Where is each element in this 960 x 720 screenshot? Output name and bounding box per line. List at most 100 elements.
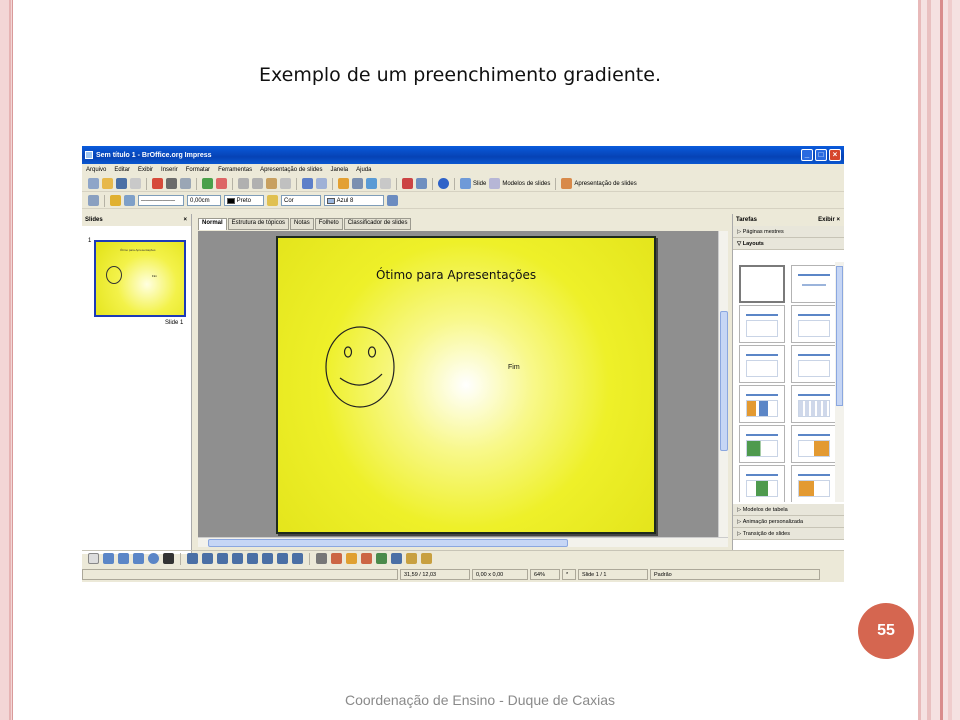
slides-pane-close-icon[interactable]: ×: [183, 217, 187, 223]
tab-outline[interactable]: Estrutura de tópicos: [227, 218, 290, 230]
paste-icon[interactable]: [266, 178, 277, 189]
print-icon[interactable]: [166, 178, 177, 189]
block-arrows-icon[interactable]: [247, 553, 258, 564]
area-style-select[interactable]: Cor: [281, 195, 321, 206]
callouts-icon[interactable]: [277, 553, 288, 564]
line-icon[interactable]: [110, 195, 121, 206]
curve-icon[interactable]: [187, 553, 198, 564]
preview-icon[interactable]: [180, 178, 191, 189]
line-width-field[interactable]: 0,00cm: [187, 195, 221, 206]
arrange-icon[interactable]: [421, 553, 432, 564]
copy-icon[interactable]: [252, 178, 263, 189]
canvas-vertical-scrollbar[interactable]: [718, 231, 728, 537]
layout-chart-text[interactable]: [791, 465, 835, 502]
layout-chart[interactable]: [739, 385, 785, 423]
shadow-icon[interactable]: [387, 195, 398, 206]
table-icon[interactable]: [352, 178, 363, 189]
ellipse-icon[interactable]: [148, 553, 159, 564]
redo-icon[interactable]: [316, 178, 327, 189]
layout-table[interactable]: [791, 385, 835, 423]
gallery-icon[interactable]: [376, 553, 387, 564]
menu-ajuda[interactable]: Ajuda: [356, 167, 371, 173]
close-button[interactable]: ×: [829, 149, 841, 161]
pdf-icon[interactable]: [152, 178, 163, 189]
section-slide-transition[interactable]: ▷ Transição de slides: [733, 528, 844, 540]
format-paintbrush-icon[interactable]: [280, 178, 291, 189]
layout-blank[interactable]: [739, 265, 785, 303]
smiley-face[interactable]: [322, 324, 400, 410]
menu-exibir[interactable]: Exibir: [138, 167, 153, 173]
align-icon[interactable]: [406, 553, 417, 564]
help-icon[interactable]: [438, 178, 449, 189]
select-arrow-icon[interactable]: [88, 553, 99, 564]
slide-canvas[interactable]: Ótimo para Apresentações Fim: [276, 236, 656, 534]
navigator-icon[interactable]: [402, 178, 413, 189]
layout-title-placeholder[interactable]: [739, 345, 785, 383]
line-style-select[interactable]: ────────: [138, 195, 184, 206]
undo-icon[interactable]: [302, 178, 313, 189]
stars-icon[interactable]: [292, 553, 303, 564]
canvas-horizontal-scrollbar[interactable]: [198, 537, 728, 547]
save-icon[interactable]: [116, 178, 127, 189]
new-slide-button[interactable]: Slide: [460, 178, 486, 189]
arrow-style-icon[interactable]: [124, 195, 135, 206]
autospell-icon[interactable]: [216, 178, 227, 189]
section-master-pages[interactable]: ▷ Páginas mestres: [733, 226, 844, 238]
layout-centered-text[interactable]: [791, 345, 835, 383]
flowchart-icon[interactable]: [262, 553, 273, 564]
slide-templates-button[interactable]: Modelos de slides: [489, 178, 550, 189]
layout-title-only[interactable]: [791, 265, 835, 303]
section-custom-animation[interactable]: ▷ Animação personalizada: [733, 516, 844, 528]
maximize-button[interactable]: □: [815, 149, 827, 161]
slide-text-fim[interactable]: Fim: [508, 364, 520, 371]
section-table-design[interactable]: ▷ Modelos de tabela: [733, 504, 844, 516]
menu-apresentacao[interactable]: Apresentação de slides: [260, 167, 322, 173]
glue-points-icon[interactable]: [331, 553, 342, 564]
line-tool-icon[interactable]: [103, 553, 114, 564]
tab-notes[interactable]: Notas: [290, 218, 314, 230]
layout-title-content[interactable]: [739, 305, 785, 343]
basic-shapes-icon[interactable]: [217, 553, 228, 564]
spellcheck-icon[interactable]: [202, 178, 213, 189]
zoom-icon[interactable]: [416, 178, 427, 189]
menu-ferramentas[interactable]: Ferramentas: [218, 167, 252, 173]
tab-normal[interactable]: Normal: [198, 218, 227, 230]
layout-text-chart[interactable]: [791, 425, 835, 463]
cut-icon[interactable]: [238, 178, 249, 189]
area-icon[interactable]: [267, 195, 278, 206]
menu-editar[interactable]: Editar: [114, 167, 130, 173]
tasks-pane-close-icon[interactable]: ×: [836, 217, 840, 223]
tasks-view-menu[interactable]: Exibir: [818, 217, 835, 223]
slide-heading[interactable]: Ótimo para Apresentações: [376, 268, 536, 282]
slide-thumbnail[interactable]: Ótimo para Apresentações Fim: [94, 240, 186, 317]
area-color-select[interactable]: Azul 8: [324, 195, 384, 206]
minimize-button[interactable]: _: [801, 149, 813, 161]
styles-icon[interactable]: [88, 195, 99, 206]
grid-icon[interactable]: [380, 178, 391, 189]
tab-handout[interactable]: Folheto: [314, 218, 343, 230]
arrow-tool-icon[interactable]: [118, 553, 129, 564]
from-file-icon[interactable]: [361, 553, 372, 564]
rectangle-icon[interactable]: [133, 553, 144, 564]
slideshow-button[interactable]: Apresentação de slides: [561, 178, 637, 189]
symbol-shapes-icon[interactable]: [232, 553, 243, 564]
menu-inserir[interactable]: Inserir: [161, 167, 178, 173]
layout-title-text[interactable]: [791, 305, 835, 343]
open-icon[interactable]: [102, 178, 113, 189]
line-color-select[interactable]: Preto: [224, 195, 264, 206]
menu-formatar[interactable]: Formatar: [186, 167, 210, 173]
connector-icon[interactable]: [202, 553, 213, 564]
points-icon[interactable]: [316, 553, 327, 564]
chart-icon[interactable]: [338, 178, 349, 189]
section-layouts[interactable]: ▽ Layouts: [733, 238, 844, 250]
globe-icon[interactable]: [366, 178, 377, 189]
layout-text-image[interactable]: [739, 465, 785, 502]
email-icon[interactable]: [130, 178, 141, 189]
layouts-scrollbar[interactable]: [835, 262, 844, 502]
extrusion-icon[interactable]: [391, 553, 402, 564]
menu-janela[interactable]: Janela: [330, 167, 348, 173]
new-icon[interactable]: [88, 178, 99, 189]
text-tool-icon[interactable]: [163, 553, 174, 564]
layout-image-text[interactable]: [739, 425, 785, 463]
fontwork-icon[interactable]: [346, 553, 357, 564]
